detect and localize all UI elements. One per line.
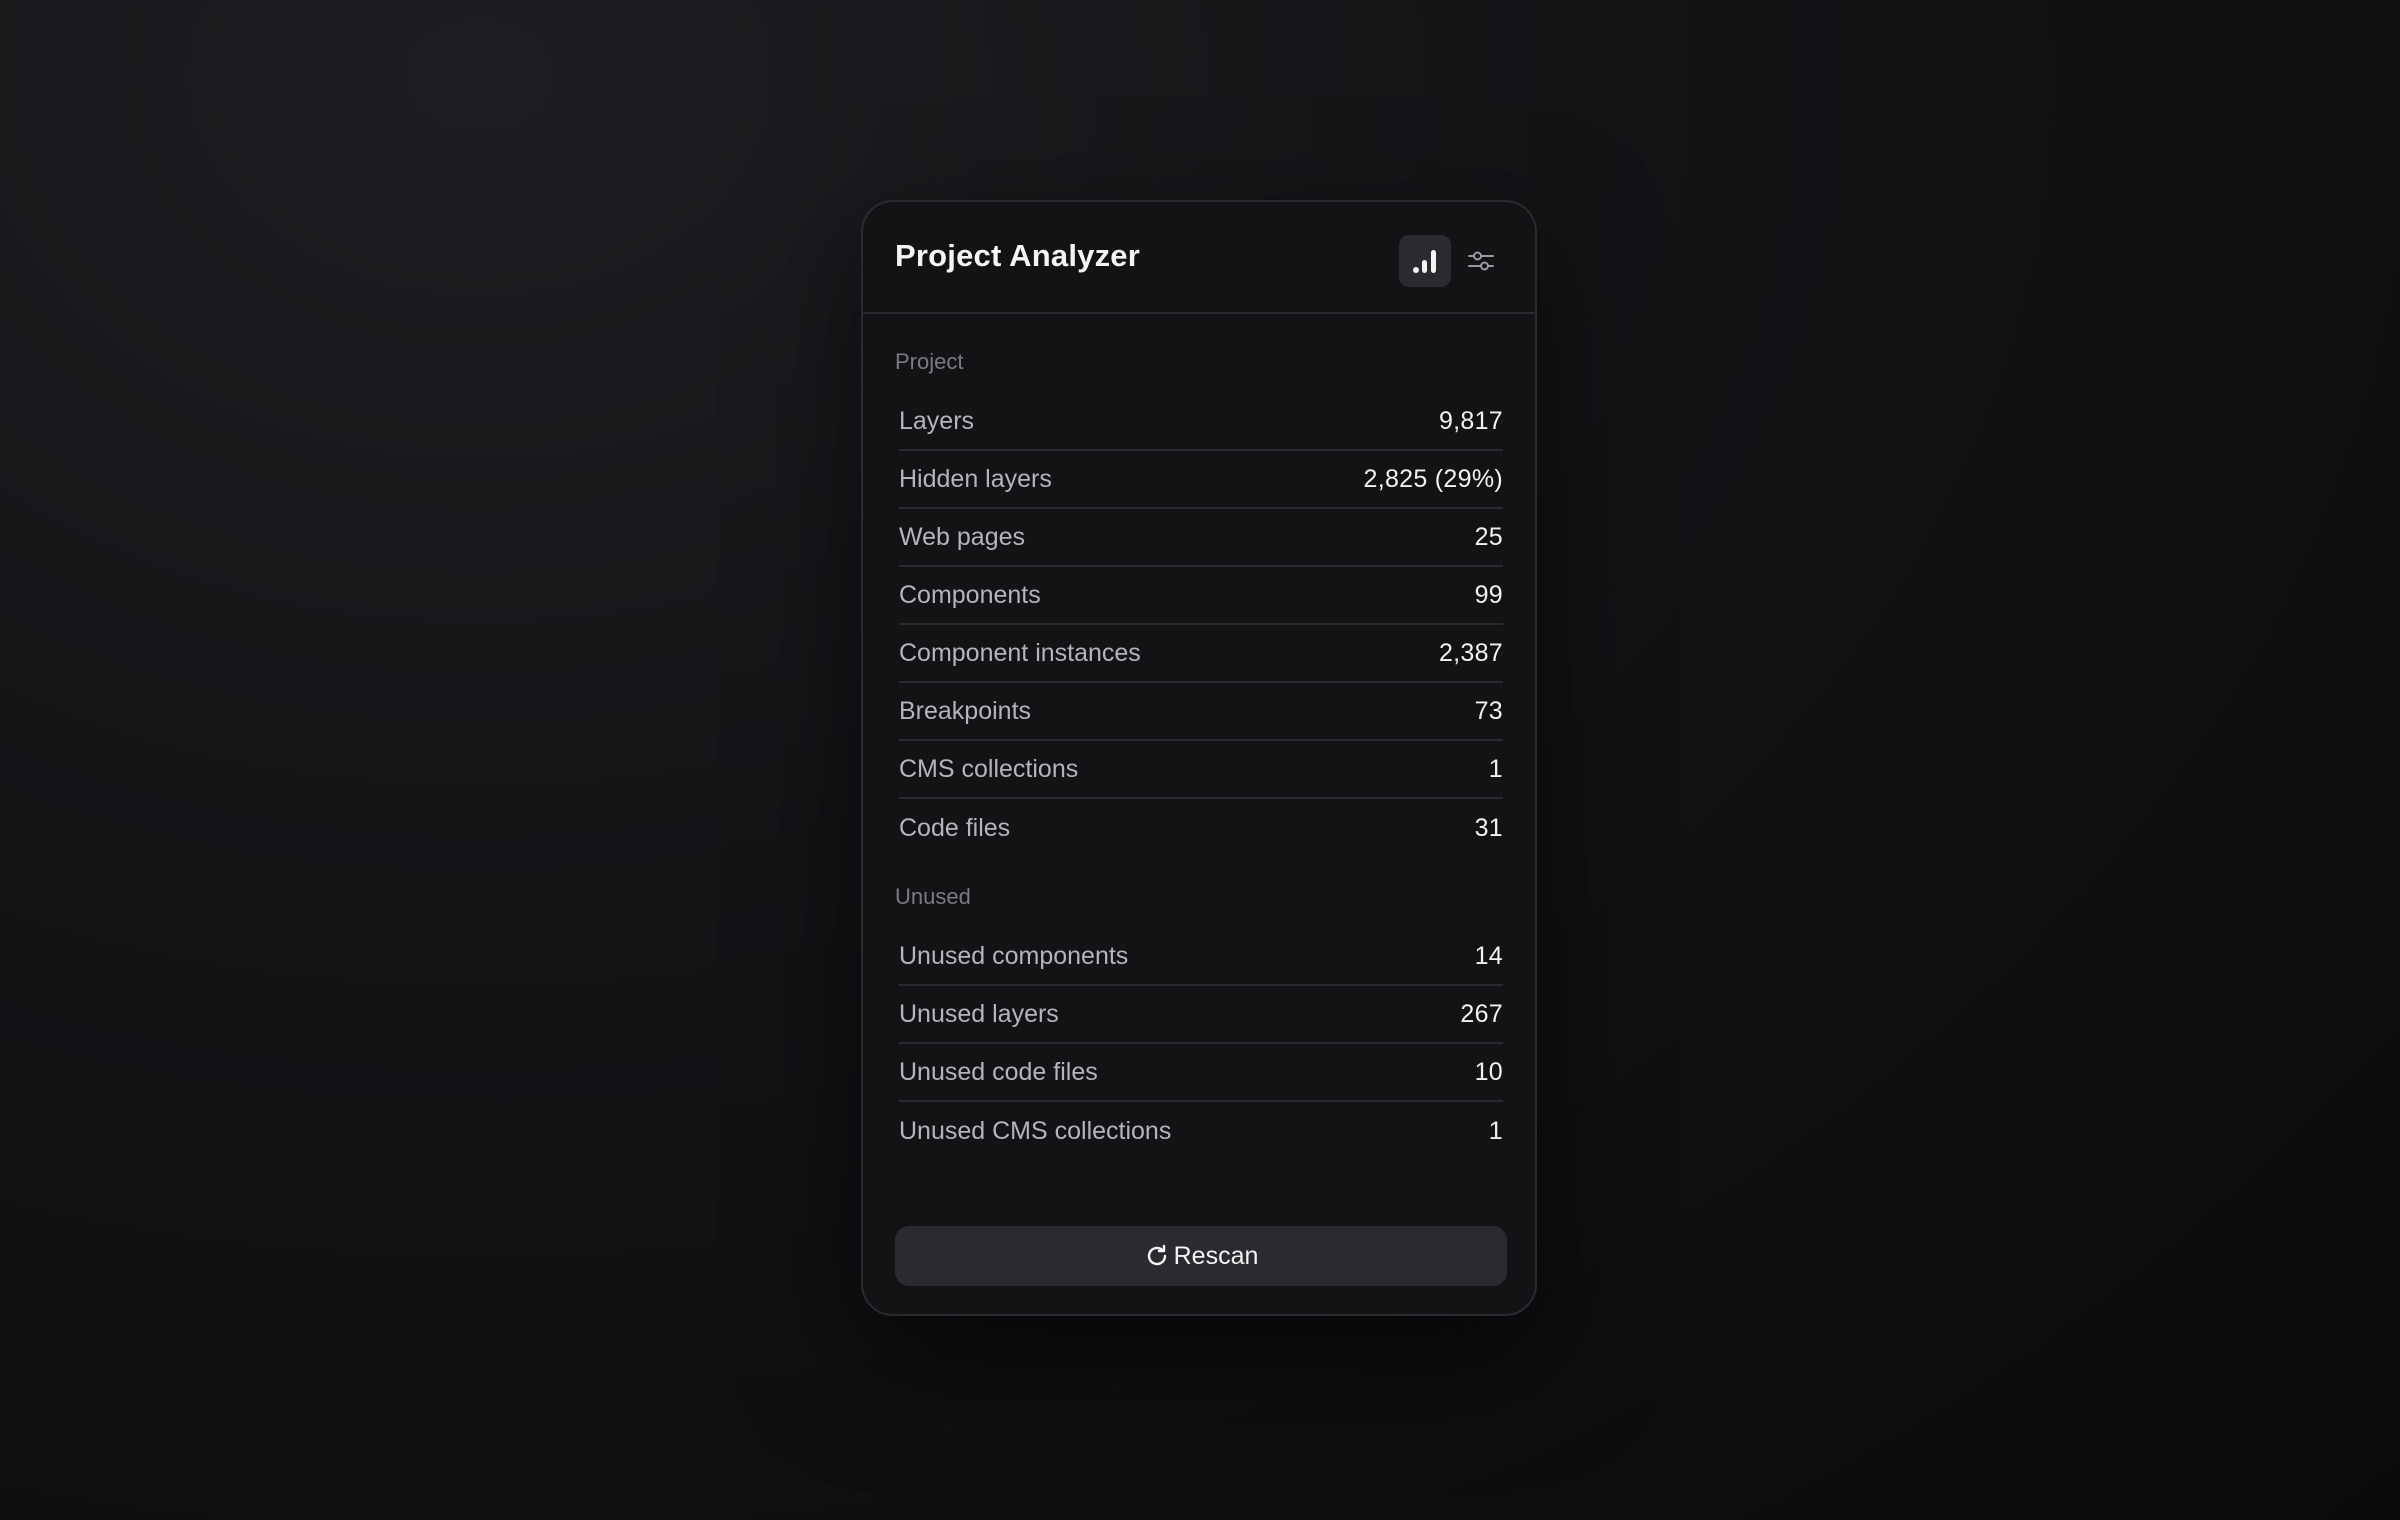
stat-label: Unused CMS collections [899,1116,1172,1145]
stat-value: 2,825 (29%) [1363,464,1503,493]
stat-row-components: Components 99 [899,567,1503,625]
section-heading-project: Project [895,349,964,374]
stat-row-unused-cms-collections: Unused CMS collections 1 [899,1102,1503,1160]
stat-label: Code files [899,813,1011,842]
rescan-label: Rescan [1173,1241,1259,1270]
stat-value: 1 [1488,1116,1503,1145]
stat-label: CMS collections [899,754,1079,783]
stat-row-unused-components: Unused components 14 [899,928,1503,986]
sliders-icon [1468,251,1494,271]
stat-value: 25 [1474,522,1503,551]
stat-row-web-pages: Web pages 25 [899,509,1503,567]
stat-value: 10 [1474,1057,1503,1086]
tab-stats[interactable] [1399,235,1451,287]
stat-label: Hidden layers [899,464,1052,493]
stat-value: 31 [1474,813,1503,842]
stat-value: 73 [1474,696,1503,725]
stat-label: Unused code files [899,1057,1098,1086]
refresh-icon [1147,1244,1166,1266]
stat-value: 2,387 [1438,638,1503,667]
stat-row-component-instances: Component instances 2,387 [899,625,1503,683]
stat-row-cms-collections: CMS collections 1 [899,741,1503,799]
stat-label: Unused layers [899,999,1059,1028]
project-stats-list: Layers 9,817 Hidden layers 2,825 (29%) W… [899,393,1503,857]
stat-label: Breakpoints [899,696,1032,725]
stat-row-layers: Layers 9,817 [899,393,1503,451]
rescan-button[interactable]: Rescan [895,1226,1507,1286]
unused-stats-list: Unused components 14 Unused layers 267 U… [899,928,1503,1160]
stat-row-breakpoints: Breakpoints 73 [899,683,1503,741]
tab-settings[interactable] [1455,235,1507,287]
stat-label: Layers [899,406,975,435]
stat-label: Unused components [899,941,1129,970]
project-analyzer-panel: Project Analyzer Project Layers 9,817 Hi… [861,200,1537,1316]
stat-row-unused-code-files: Unused code files 10 [899,1044,1503,1102]
stat-label: Components [899,580,1041,609]
bar-chart-icon [1413,250,1436,273]
stat-label: Component instances [899,638,1141,667]
section-heading-unused: Unused [895,884,971,909]
stat-value: 267 [1460,999,1503,1028]
page-title: Project Analyzer [895,238,1140,273]
stat-label: Web pages [899,522,1026,551]
stat-value: 1 [1488,754,1503,783]
stat-value: 99 [1474,580,1503,609]
stat-value: 9,817 [1438,406,1503,435]
stat-row-code-files: Code files 31 [899,799,1503,857]
stat-row-unused-layers: Unused layers 267 [899,986,1503,1044]
stat-value: 14 [1474,941,1503,970]
stat-row-hidden-layers: Hidden layers 2,825 (29%) [899,451,1503,509]
panel-header: Project Analyzer [863,202,1535,314]
